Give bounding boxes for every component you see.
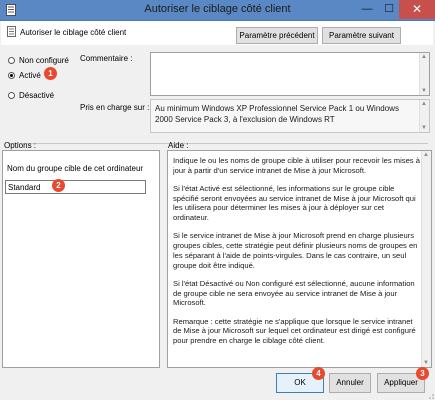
title-bar: Autoriser le ciblage côté client — ☐ ✕ — [0, 0, 435, 21]
scroll-up-icon[interactable]: ▲ — [423, 152, 429, 158]
help-paragraph: Si le service intranet de Mise à jour Mi… — [173, 231, 418, 270]
help-label: Aide : — [168, 141, 189, 150]
radio-not-configured[interactable]: Non configuré — [8, 54, 69, 66]
annotation-badge-1: 1 — [44, 67, 57, 80]
supported-scrollbar[interactable]: ▲ ▼ — [419, 100, 429, 132]
minimize-button[interactable]: — — [355, 0, 379, 19]
comment-textarea[interactable]: ▲ ▼ — [150, 52, 430, 96]
radio-disabled[interactable]: Désactivé — [8, 89, 54, 101]
supported-box: Au minimum Windows XP Professionnel Serv… — [150, 99, 430, 133]
close-button[interactable]: ✕ — [399, 0, 435, 19]
help-paragraph: Si l'état Activé est sélectionné, les in… — [173, 184, 416, 223]
scroll-down-icon[interactable]: ▼ — [421, 125, 427, 131]
target-group-input[interactable]: Standard — [5, 180, 146, 194]
help-paragraph: Remarque : cette stratégie ne s'applique… — [173, 316, 416, 345]
annotation-badge-2: 2 — [52, 179, 65, 192]
options-label: Options : — [4, 141, 37, 150]
previous-setting-button[interactable]: Paramètre précédent — [236, 27, 318, 44]
next-setting-button[interactable]: Paramètre suivant — [322, 27, 401, 44]
section-divider — [8, 143, 428, 144]
supported-label: Pris en charge sur : — [80, 103, 150, 112]
radio-label: Désactivé — [19, 90, 55, 100]
annotation-badge-4: 4 — [312, 367, 325, 380]
scroll-up-icon[interactable]: ▲ — [421, 54, 427, 60]
radio-circle-checked[interactable] — [8, 71, 15, 79]
resize-grip-icon[interactable] — [427, 392, 435, 400]
comment-label: Commentaire : — [80, 54, 133, 63]
radio-circle[interactable] — [8, 56, 15, 64]
radio-label: Activé — [19, 70, 41, 80]
scroll-down-icon[interactable]: ▼ — [421, 88, 427, 94]
annotation-badge-3: 3 — [416, 367, 429, 380]
help-paragraph: Indique le ou les noms de groupe cible à… — [173, 156, 420, 175]
comment-scrollbar[interactable]: ▲ ▼ — [419, 53, 429, 95]
radio-circle[interactable] — [8, 91, 15, 99]
radio-enabled[interactable]: Activé — [8, 69, 41, 81]
target-group-label: Nom du groupe cible de cet ordinateur — [7, 164, 144, 173]
policy-icon — [7, 26, 16, 37]
help-scrollbar[interactable]: ▲ ▼ — [421, 151, 431, 367]
scroll-down-icon[interactable]: ▼ — [423, 360, 429, 366]
help-panel: Indique le ou les noms de groupe cible à… — [167, 150, 432, 368]
maximize-button[interactable]: ☐ — [377, 0, 401, 19]
help-text: Indique le ou les noms de groupe cible à… — [173, 156, 420, 354]
scroll-up-icon[interactable]: ▲ — [421, 101, 427, 107]
help-paragraph: Si l'état Désactivé ou Non configuré est… — [173, 278, 415, 308]
cancel-button[interactable]: Annuler — [329, 373, 371, 393]
supported-text: Au minimum Windows XP Professionnel Serv… — [155, 104, 399, 124]
radio-label: Non configuré — [19, 55, 69, 65]
policy-name: Autoriser le ciblage côté client — [20, 28, 127, 37]
